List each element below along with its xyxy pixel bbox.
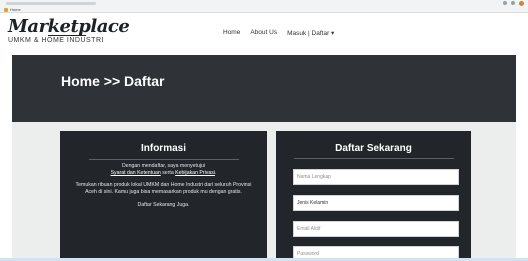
browser-chrome: Home [0,0,528,13]
register-card: Daftar Sekarang Nama Lengkap Jenis Kelam… [276,131,471,261]
site-navbar: Marketplace UMKM & HOME INDUSTRI Home Ab… [0,13,528,55]
privacy-link[interactable]: Kebijakan Privasi [175,170,215,176]
tab-title: Home [10,7,21,12]
full-name-input[interactable]: Nama Lengkap [293,169,459,185]
nav-about[interactable]: About Us [250,29,277,37]
nav-home[interactable]: Home [223,29,240,37]
brand-name: Marketplace [8,16,130,37]
browser-actions [503,1,524,6]
extension-icon[interactable] [503,1,507,5]
page-hero: Home >> Daftar [12,55,516,122]
browser-tab[interactable]: Home [4,7,21,12]
bookmark-icon[interactable] [511,1,515,5]
address-bar[interactable] [6,2,96,5]
page: Home Marketplace UMKM & HOME INDUSTRI Ho… [0,0,528,261]
info-card: Informasi Dengan mendaftar, saya menyetu… [60,131,267,261]
terms-text: Dengan mendaftar, saya menyetujui Syarat… [60,163,267,177]
register-title: Daftar Sekarang [335,143,412,154]
info-title: Informasi [140,143,186,154]
terms-mid: serta [160,170,176,176]
main-nav: Home About Us Masuk | Daftar ▾ [223,29,334,37]
page-title: Home >> Daftar [61,73,165,89]
nav-login-register-dropdown[interactable]: Masuk | Daftar ▾ [287,29,334,37]
profile-avatar-icon[interactable] [519,1,524,6]
terms-end: . [214,170,217,176]
terms-link[interactable]: Syarat dan Ketentuan [111,170,161,176]
divider [293,158,454,159]
email-input[interactable]: Email Aktif [293,221,459,237]
gender-select[interactable]: Jenis Kelamin [293,195,459,211]
favicon-icon [4,7,8,12]
info-description: Temukan ribuan produk lokal UMKM dan Hom… [75,182,252,195]
divider [88,159,239,160]
info-cta-text: Daftar Sekarang Juga. [137,202,190,208]
terms-intro: Dengan mendaftar, saya menyetujui [121,163,206,169]
brand-tagline: UMKM & HOME INDUSTRI [8,37,104,44]
brand-logo[interactable]: Marketplace UMKM & HOME INDUSTRI [8,16,130,45]
